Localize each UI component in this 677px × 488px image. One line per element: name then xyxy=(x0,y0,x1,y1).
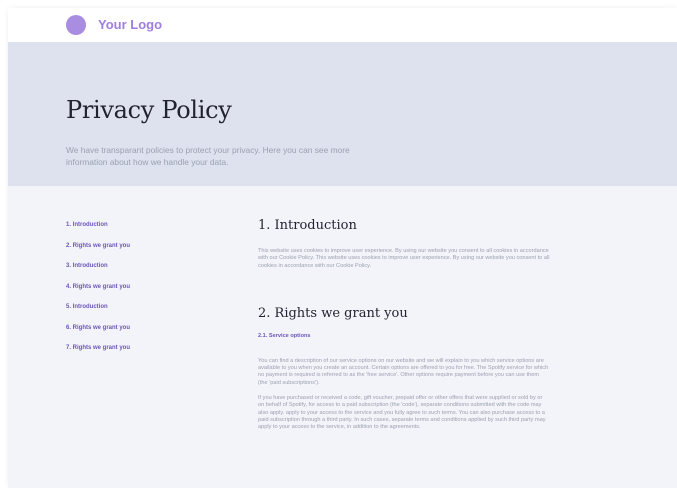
page: Your Logo Privacy Policy We have transpa… xyxy=(8,8,677,488)
policy-content: 1. Introduction This website uses cookie… xyxy=(258,218,550,432)
service-options-text: You can find a description of our servic… xyxy=(258,357,549,386)
logo-icon[interactable] xyxy=(66,15,86,35)
introduction-text: This website uses cookies to improve use… xyxy=(258,248,550,269)
toc-link[interactable]: 6. Rights we grant you xyxy=(66,325,196,346)
hero-banner: Privacy Policy We have transparant polic… xyxy=(8,42,677,186)
toc-link[interactable]: 2. Rights we grant you xyxy=(66,243,196,264)
page-title: Privacy Policy xyxy=(66,96,232,124)
toc-link[interactable]: 1. Introduction xyxy=(66,222,196,243)
toc-link[interactable]: 7. Rights we grant you xyxy=(66,345,196,366)
toc-link[interactable]: 4. Rights we grant you xyxy=(66,284,196,305)
code-terms-text: If you have purchased or received a code… xyxy=(258,395,546,431)
page-subtitle: We have transparant policies to protect … xyxy=(66,145,350,167)
subsection-title-service-options: 2.1. Service options xyxy=(258,332,311,339)
toc-link[interactable]: 3. Introduction xyxy=(66,263,196,284)
logo-text[interactable]: Your Logo xyxy=(98,17,162,32)
table-of-contents: 1. Introduction 2. Rights we grant you 3… xyxy=(66,222,196,366)
section-title-introduction: 1. Introduction xyxy=(258,218,357,233)
site-header: Your Logo xyxy=(8,8,677,42)
toc-link[interactable]: 5. Introduction xyxy=(66,304,196,325)
section-title-rights: 2. Rights we grant you xyxy=(258,305,408,321)
